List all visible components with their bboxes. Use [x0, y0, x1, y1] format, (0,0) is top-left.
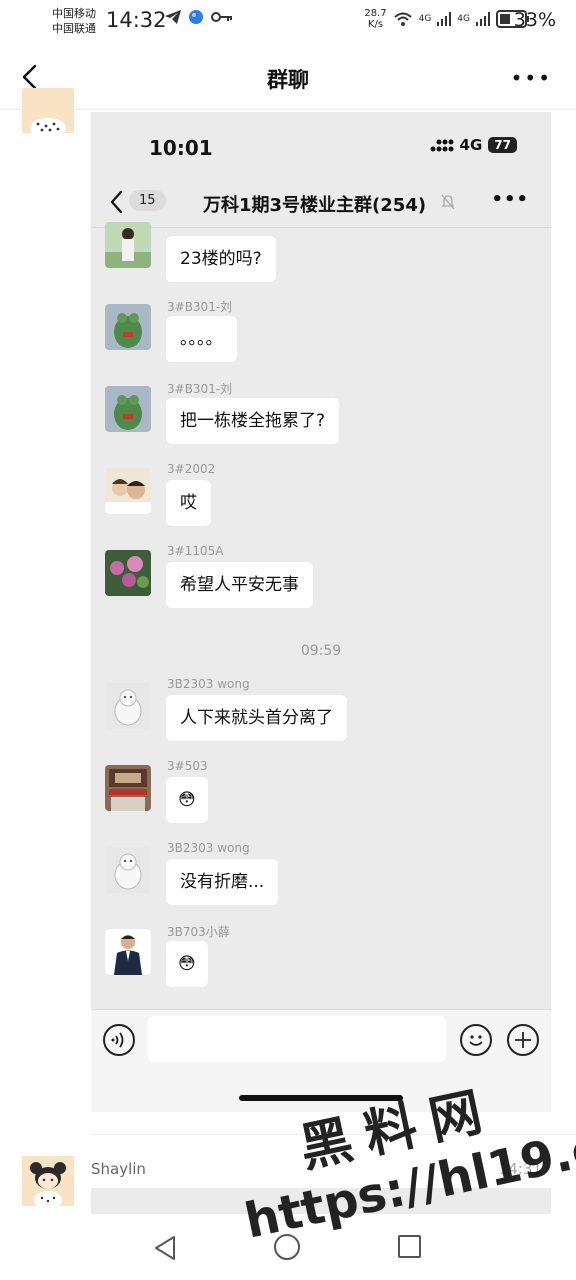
app-header: 群聊 •••	[0, 44, 576, 110]
avatar	[105, 929, 151, 975]
cartoon-avatar-icon	[22, 1156, 74, 1206]
signal-1-icon	[437, 12, 452, 26]
sender-name: 3#B301-刘	[167, 300, 233, 314]
voice-icon	[103, 1024, 135, 1056]
avatar	[105, 765, 151, 811]
sender-name: 3B703小薛	[167, 925, 230, 939]
message-bubble: 😳	[166, 941, 208, 987]
avatar	[105, 386, 151, 432]
avatar	[105, 222, 151, 268]
screenshot-battery: 77	[488, 137, 517, 153]
battery-percent: 33%	[513, 9, 556, 31]
avatar	[105, 468, 151, 514]
message-bubble: 😳	[166, 777, 208, 823]
avatar[interactable]	[22, 88, 74, 133]
screenshot-chat-header: 15 万科1期3号楼业主群(254) •••	[91, 178, 551, 228]
sender-name: Shaylin	[91, 1160, 146, 1178]
notification-icons	[165, 10, 233, 24]
message-bubble: 哎	[166, 480, 211, 526]
emoji-icon	[460, 1024, 492, 1056]
net-speed: 28.7 K/s	[364, 8, 387, 30]
unread-count-badge: 15	[129, 190, 166, 211]
screenshot-network: 4G 77	[430, 136, 517, 154]
message-bubble: 人下来就头首分离了	[166, 695, 347, 741]
screenshot-network-type: 4G	[459, 136, 483, 154]
sender-name: 3#B301-刘	[167, 382, 233, 396]
plus-icon	[507, 1024, 539, 1056]
message-bubble: 希望人平安无事	[166, 562, 313, 608]
sender-name: 3B2303 wong	[167, 677, 250, 691]
screenshot-time: 10:01	[149, 136, 213, 160]
key-icon	[211, 12, 232, 22]
nav-back-icon[interactable]	[152, 1234, 178, 1262]
status-bar: 中国移动 中国联通 14:32 28.7 K/s 4G 4G 33%	[0, 0, 576, 44]
message-bubble: 。。。。	[166, 316, 237, 362]
avatar	[105, 550, 151, 596]
message-bubble: 没有折磨...	[166, 859, 279, 905]
carrier-1: 中国移动	[52, 7, 96, 20]
carrier-labels: 中国移动 中国联通	[52, 6, 96, 36]
avatar[interactable]	[22, 1156, 74, 1206]
carrier-2: 中国联通	[52, 22, 96, 35]
wifi-icon	[393, 12, 412, 26]
signal-2-label: 4G	[457, 14, 470, 24]
message-bubble: 把一栋楼全拖累了?	[166, 398, 340, 444]
telegram-icon	[165, 10, 181, 24]
signal-1-label: 4G	[418, 14, 432, 24]
screenshot-message-field	[148, 1016, 446, 1062]
status-time: 14:32	[106, 8, 167, 32]
browser-icon	[189, 10, 203, 24]
more-menu-button[interactable]: •••	[511, 66, 552, 90]
status-right: 28.7 K/s 4G 4G	[364, 8, 530, 30]
sender-name: 3#2002	[167, 462, 216, 476]
avatar	[105, 304, 151, 350]
screenshot-status-bar: 10:01 4G 77	[91, 112, 551, 174]
sender-name: 3#1105A	[167, 544, 224, 558]
signal-dots-icon	[430, 139, 454, 152]
chevron-left-icon	[110, 190, 123, 214]
chat-timestamp: 09:59	[300, 643, 342, 659]
nav-recents-icon[interactable]	[398, 1235, 421, 1258]
sender-name: 3#503	[167, 759, 208, 773]
signal-2-icon	[476, 12, 490, 26]
group-title: 万科1期3号楼业主群(254)	[203, 195, 427, 216]
page-title: 群聊	[267, 68, 309, 92]
avatar	[105, 847, 151, 893]
avatar	[105, 683, 151, 729]
sender-name: 3B2303 wong	[167, 841, 250, 855]
message-bubble: 23楼的吗?	[166, 236, 276, 282]
mute-bell-icon	[441, 194, 455, 214]
cartoon-avatar-icon	[22, 88, 74, 133]
screenshot-more-icon: •••	[491, 189, 529, 210]
shared-screenshot[interactable]: 10:01 4G 77 15 万科1期3号楼业主群(254) ••• 23楼的吗…	[91, 112, 551, 1112]
